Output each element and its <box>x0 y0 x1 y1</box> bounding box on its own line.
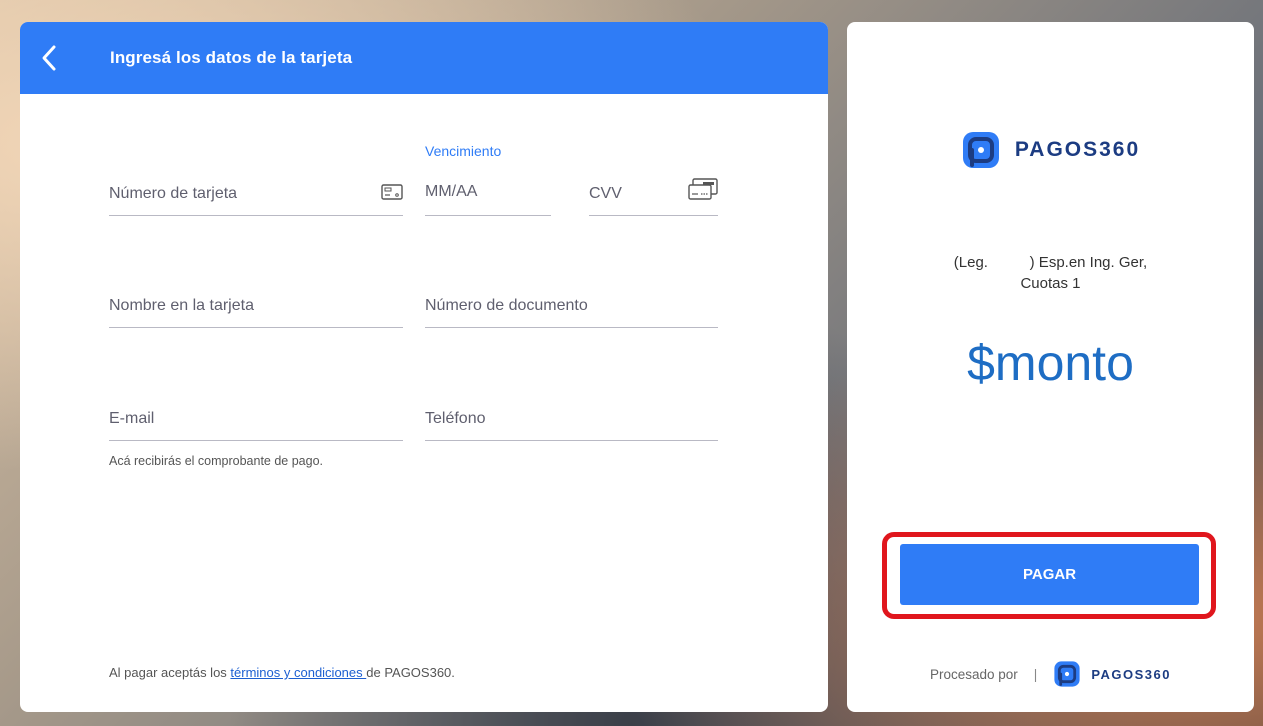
cvv-input[interactable]: CVV <box>589 172 718 216</box>
cardholder-name-input[interactable]: Nombre en la tarjeta <box>109 284 403 328</box>
expiry-input[interactable]: MM/AA <box>425 172 551 216</box>
chevron-left-icon <box>42 45 56 71</box>
document-number-input[interactable]: Número de documento <box>425 284 718 328</box>
card-number-placeholder: Número de tarjeta <box>109 185 238 202</box>
description-line-1: (Leg. ) Esp.en Ing. Ger, <box>953 254 1148 271</box>
credit-card-icon <box>381 184 403 205</box>
phone-input[interactable]: Teléfono <box>425 397 718 441</box>
cvv-placeholder: CVV <box>589 185 622 202</box>
card-number-input[interactable]: Número de tarjeta <box>109 172 403 216</box>
page-title: Ingresá los datos de la tarjeta <box>110 48 353 67</box>
terms-notice: Al pagar aceptás los términos y condicio… <box>109 665 455 680</box>
processed-by-label: Procesado por <box>929 666 1018 682</box>
footer-brand-name: PAGOS360 <box>1091 666 1171 682</box>
separator: | <box>1033 666 1038 682</box>
payment-summary-panel: PAGOS360 (Leg. ) Esp.en Ing. Ger, Cuotas… <box>847 22 1254 712</box>
brand-name: PAGOS360 <box>1014 138 1141 161</box>
pagos360-logo-icon <box>962 132 999 168</box>
pagos360-logo-small-icon <box>1054 661 1080 687</box>
email-help-text: Acá recibirás el comprobante de pago. <box>109 454 324 468</box>
cardholder-placeholder: Nombre en la tarjeta <box>109 297 254 314</box>
card-form-panel: Ingresá los datos de la tarjeta Número d… <box>20 22 828 712</box>
terms-link[interactable]: términos y condiciones <box>230 665 366 680</box>
brand-header: PAGOS360 <box>847 130 1254 170</box>
payment-description: (Leg. ) Esp.en Ing. Ger, Cuotas 1 <box>887 252 1214 294</box>
processed-by-footer: Procesado por | PAGOS360 <box>847 660 1254 688</box>
terms-suffix: de PAGOS360. <box>366 665 455 680</box>
card-back-icon <box>688 178 718 205</box>
document-placeholder: Número de documento <box>425 297 588 314</box>
email-placeholder: E-mail <box>109 410 155 427</box>
form-header: Ingresá los datos de la tarjeta <box>20 22 828 94</box>
payment-amount: $monto <box>967 335 1134 391</box>
back-button[interactable] <box>20 22 78 94</box>
pay-button[interactable]: PAGAR <box>900 544 1199 605</box>
description-line-2: Cuotas 1 <box>1020 275 1081 292</box>
expiry-placeholder: MM/AA <box>425 183 478 200</box>
email-input[interactable]: E-mail <box>109 397 403 441</box>
phone-placeholder: Teléfono <box>425 410 486 427</box>
terms-prefix: Al pagar aceptás los <box>109 665 231 680</box>
expiry-label: Vencimiento <box>425 143 502 159</box>
